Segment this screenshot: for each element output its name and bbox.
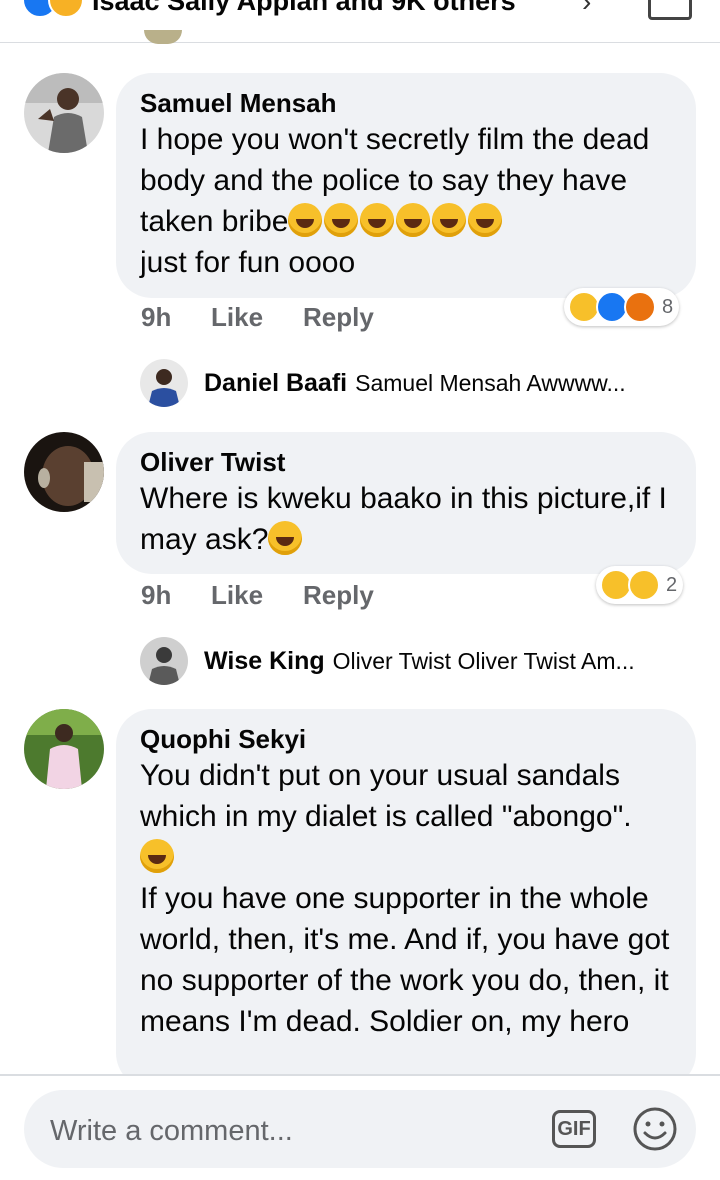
avatar-wise-king bbox=[140, 637, 188, 685]
reaction-count: 2 bbox=[666, 573, 678, 596]
comment-text-part: Where is kweku baako in this picture,if … bbox=[140, 482, 676, 556]
joy-emoji bbox=[432, 203, 467, 237]
comment-bubble[interactable]: Samuel Mensah I hope you won't secretly … bbox=[116, 73, 696, 298]
like-button[interactable]: Like bbox=[211, 302, 303, 333]
avatar-daniel-baafi bbox=[140, 359, 188, 407]
reactors-text[interactable]: Isaac Sally Appiah and 9K others bbox=[92, 0, 516, 17]
comment-bubble[interactable]: Oliver Twist Where is kweku baako in thi… bbox=[116, 432, 696, 574]
gif-button[interactable]: GIF bbox=[552, 1110, 596, 1148]
comment-text-part: You didn't put on your usual sandals whi… bbox=[140, 759, 632, 833]
haha-icon bbox=[48, 0, 84, 18]
chevron-right-icon[interactable]: › bbox=[582, 0, 591, 18]
like-button[interactable]: Like bbox=[211, 580, 303, 611]
avatar-oliver-twist[interactable] bbox=[24, 432, 104, 512]
reply-snippet: Samuel Mensah Awwww... bbox=[355, 369, 626, 396]
comment-author[interactable]: Oliver Twist bbox=[140, 446, 672, 478]
avatar-quophi-sekyi[interactable] bbox=[24, 709, 104, 789]
smiley-icon[interactable] bbox=[632, 1106, 678, 1152]
joy-emoji bbox=[140, 839, 174, 873]
reply-preview[interactable]: Daniel Baafi Samuel Mensah Awwww... bbox=[140, 358, 626, 408]
reaction-counter[interactable]: 8 bbox=[564, 288, 680, 326]
comment-text: I hope you won't secretly film the dead … bbox=[140, 119, 672, 283]
avatar-samuel-mensah[interactable] bbox=[24, 73, 104, 153]
comment-bubble[interactable]: Quophi Sekyi You didn't put on your usua… bbox=[116, 709, 696, 1089]
joy-emoji bbox=[396, 203, 431, 237]
reaction-counter[interactable]: 2 bbox=[596, 566, 684, 604]
comment-input[interactable] bbox=[48, 1112, 532, 1150]
wow-icon bbox=[628, 569, 660, 601]
comment-actions: 9h Like Reply bbox=[141, 302, 374, 333]
comment-author[interactable]: Quophi Sekyi bbox=[140, 723, 672, 755]
comment-text-part: just for fun oooo bbox=[140, 246, 356, 279]
comment-actions: 9h Like Reply bbox=[141, 580, 374, 611]
reply-author[interactable]: Wise King bbox=[204, 647, 325, 676]
comment-text: You didn't put on your usual sandals whi… bbox=[140, 755, 672, 1042]
angry-icon bbox=[624, 291, 656, 323]
rolling-laughing-emoji bbox=[324, 203, 359, 237]
reactions-summary-bar[interactable]: Isaac Sally Appiah and 9K others › bbox=[0, 0, 720, 43]
comment-author[interactable]: Samuel Mensah bbox=[140, 87, 672, 119]
comment-time: 9h bbox=[141, 580, 172, 610]
comment-time: 9h bbox=[141, 302, 172, 332]
thinking-emoji bbox=[268, 521, 303, 555]
reply-button[interactable]: Reply bbox=[303, 580, 374, 611]
reply-preview[interactable]: Wise King Oliver Twist Oliver Twist Am..… bbox=[140, 636, 635, 686]
rolling-laughing-emoji bbox=[360, 203, 395, 237]
comment-text-part: If you have one supporter in the whole w… bbox=[140, 882, 678, 1038]
reply-button[interactable]: Reply bbox=[303, 302, 374, 333]
comment-composer[interactable]: GIF bbox=[24, 1090, 696, 1168]
like-post-icon[interactable] bbox=[648, 0, 692, 20]
comment-text: Where is kweku baako in this picture,if … bbox=[140, 478, 672, 560]
reaction-count: 8 bbox=[662, 295, 674, 318]
comment-composer-bar: GIF bbox=[0, 1074, 720, 1180]
reply-author[interactable]: Daniel Baafi bbox=[204, 369, 347, 398]
reply-snippet: Oliver Twist Oliver Twist Am... bbox=[332, 647, 635, 674]
rolling-laughing-emoji bbox=[288, 203, 323, 237]
joy-emoji bbox=[468, 203, 503, 237]
